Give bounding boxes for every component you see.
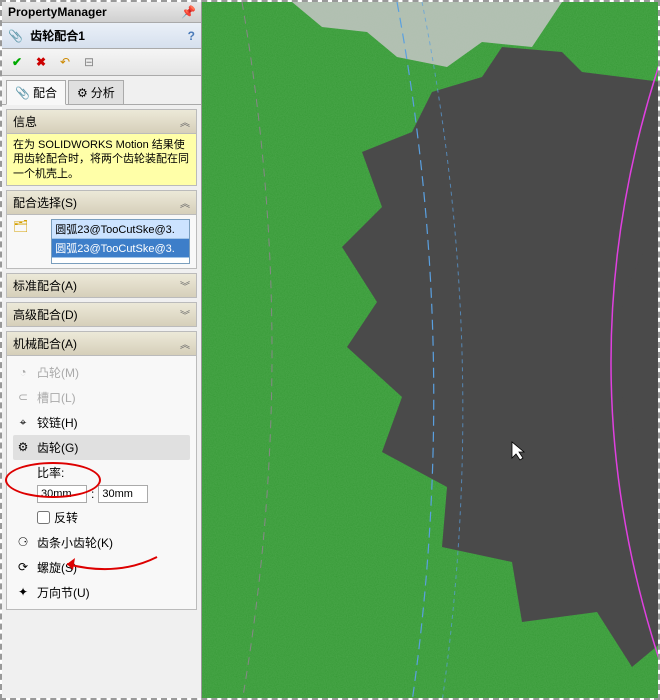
universal-icon: ✦	[15, 584, 31, 600]
rack-icon: ⚆	[15, 534, 31, 550]
feature-title-row: 📎 齿轮配合1 ?	[2, 23, 201, 49]
section-info-header[interactable]: 信息 ︽	[7, 110, 196, 134]
reverse-label: 反转	[54, 509, 78, 526]
mech-hinge[interactable]: ⌖ 铰链(H)	[13, 410, 190, 435]
paperclip-icon: 📎	[8, 29, 23, 43]
paperclip-icon: 📎	[15, 86, 30, 100]
panel-header: PropertyManager 📌	[2, 2, 201, 23]
chevron-up-icon: ︽	[180, 114, 190, 129]
screw-icon: ⟳	[15, 559, 31, 575]
ratio-input-a[interactable]	[37, 485, 87, 503]
chevron-down-icon: ︾	[180, 307, 190, 322]
reverse-checkbox[interactable]	[37, 511, 50, 524]
section-standard-header[interactable]: 标准配合(A) ︾	[7, 274, 196, 297]
undo-button[interactable]: ↶	[56, 53, 74, 71]
selection-item[interactable]: 圆弧23@TooCutSke@3.	[52, 220, 189, 239]
tab-mate[interactable]: 📎 配合	[6, 80, 66, 105]
info-body: 在为 SOLIDWORKS Motion 结果使用齿轮配合时，将两个齿轮装配在同…	[7, 134, 196, 185]
3d-viewport[interactable]	[202, 2, 658, 698]
tab-analysis[interactable]: ⚙ 分析	[68, 80, 124, 104]
section-standard: 标准配合(A) ︾	[6, 273, 197, 298]
gear-icon: ⚙	[77, 86, 88, 100]
section-advanced-header[interactable]: 高级配合(D) ︾	[7, 303, 196, 326]
chevron-up-icon: ︽	[180, 195, 190, 210]
selection-item[interactable]: 圆弧23@TooCutSke@3.	[52, 239, 189, 258]
mech-slot: ⊂ 槽口(L)	[13, 385, 190, 410]
gear-icon: ⚙	[15, 439, 31, 455]
chevron-up-icon: ︽	[180, 336, 190, 351]
mech-universal[interactable]: ✦ 万向节(U)	[13, 580, 190, 605]
chevron-down-icon: ︾	[180, 278, 190, 293]
section-info: 信息 ︽ 在为 SOLIDWORKS Motion 结果使用齿轮配合时，将两个齿…	[6, 109, 197, 186]
feature-title: 齿轮配合1	[30, 29, 85, 43]
cancel-button[interactable]: ✖	[32, 53, 50, 71]
pushpin-button[interactable]: ⊟	[80, 53, 98, 71]
section-mechanical-header[interactable]: 机械配合(A) ︽	[7, 332, 196, 356]
panel-content: 信息 ︽ 在为 SOLIDWORKS Motion 结果使用齿轮配合时，将两个齿…	[2, 105, 201, 698]
mech-screw[interactable]: ⟳ 螺旋(S)	[13, 555, 190, 580]
property-manager-panel: PropertyManager 📌 📎 齿轮配合1 ? ✔ ✖ ↶ ⊟ 📎 配合	[2, 2, 202, 698]
ok-button[interactable]: ✔	[8, 53, 26, 71]
section-mate-selections: 配合选择(S) ︽ 🗂 圆弧23@TooCutSke@3. 圆弧23@TooCu…	[6, 190, 197, 269]
hinge-icon: ⌖	[15, 414, 31, 430]
ratio-input-b[interactable]	[98, 485, 148, 503]
section-advanced: 高级配合(D) ︾	[6, 302, 197, 327]
cam-icon: ◔	[15, 364, 31, 380]
tabs: 📎 配合 ⚙ 分析	[2, 76, 201, 105]
section-mate-selections-header[interactable]: 配合选择(S) ︽	[7, 191, 196, 215]
action-row: ✔ ✖ ↶ ⊟	[2, 49, 201, 76]
help-icon[interactable]: ?	[188, 29, 195, 43]
ratio-label: 比率:	[37, 464, 190, 481]
slot-icon: ⊂	[15, 389, 31, 405]
section-mechanical: 机械配合(A) ︽ ◔ 凸轮(M) ⊂ 槽口(L) ⌖ 铰链(H)	[6, 331, 197, 610]
mech-rack[interactable]: ⚆ 齿条小齿轮(K)	[13, 530, 190, 555]
selection-icon: 🗂	[13, 219, 28, 233]
selection-list[interactable]: 圆弧23@TooCutSke@3. 圆弧23@TooCutSke@3.	[51, 219, 190, 264]
mech-gear[interactable]: ⚙ 齿轮(G)	[13, 435, 190, 460]
pin-icon[interactable]: 📌	[181, 5, 195, 19]
mech-cam: ◔ 凸轮(M)	[13, 360, 190, 385]
panel-title: PropertyManager	[8, 5, 107, 19]
